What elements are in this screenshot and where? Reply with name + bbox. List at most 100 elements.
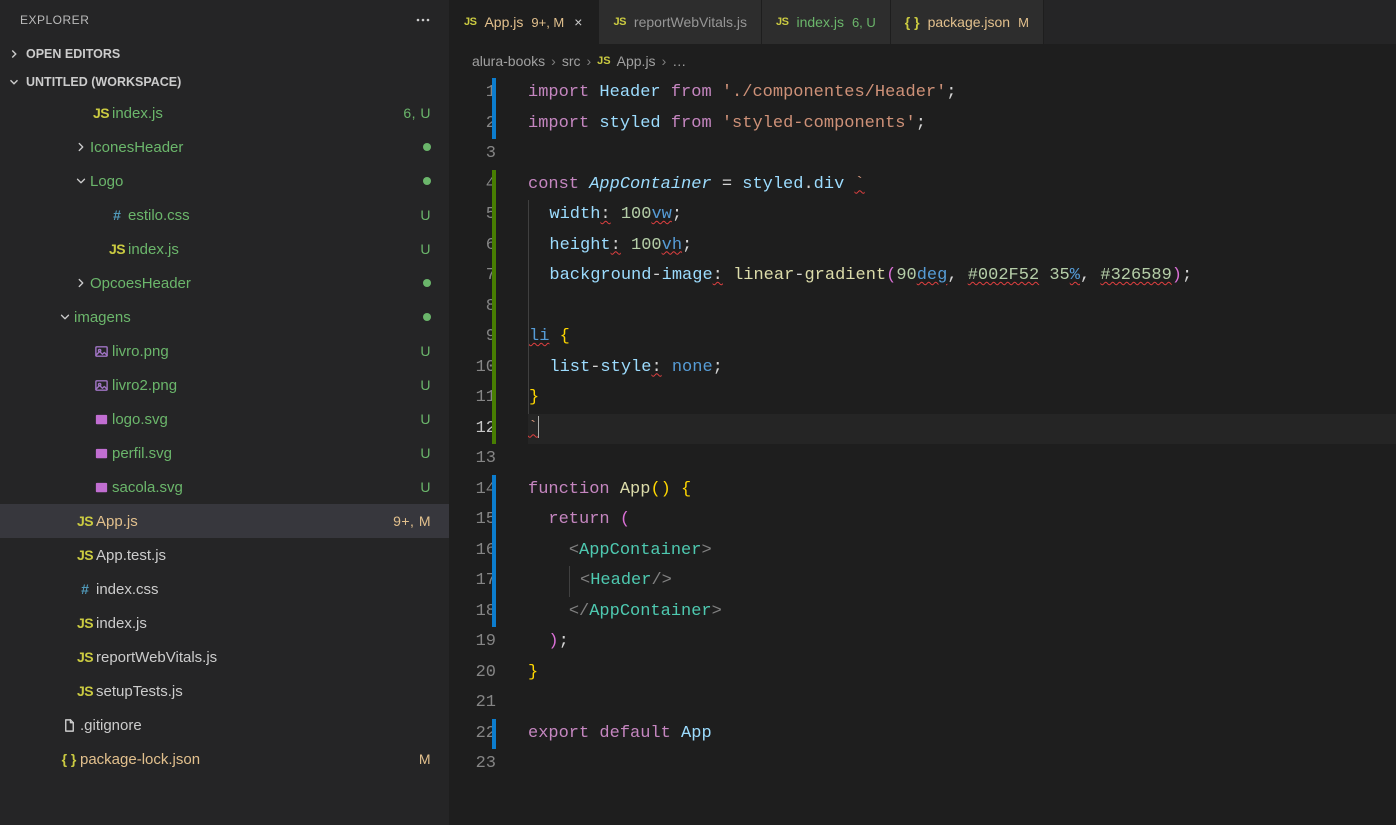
chevron-right-icon: › [587, 53, 592, 69]
tab-git-status: 6, U [852, 15, 876, 30]
tree-folder[interactable]: Logo [0, 164, 449, 198]
code-line[interactable]: import Header from './componentes/Header… [528, 78, 1396, 109]
tab-bar[interactable]: JSApp.js9+, M×JSreportWebVitals.jsJSinde… [450, 0, 1396, 44]
git-status-badge: U [420, 445, 431, 461]
file-tree[interactable]: JSindex.js6, U IconesHeader Logo#estilo.cs… [0, 96, 449, 825]
line-number: 22 [450, 719, 496, 750]
editor-tab[interactable]: JSreportWebVitals.js [599, 0, 762, 44]
code-line[interactable]: import styled from 'styled-components'; [528, 109, 1396, 140]
more-actions-icon[interactable] [411, 10, 435, 30]
editor-tab[interactable]: JSApp.js9+, M× [450, 0, 599, 44]
tree-folder[interactable]: IconesHeader [0, 130, 449, 164]
tree-file[interactable]: JSindex.jsU [0, 232, 449, 266]
tree-folder[interactable]: OpcoesHeader [0, 266, 449, 300]
tree-file[interactable]: .gitignore [0, 708, 449, 742]
breadcrumb-part[interactable]: src [562, 53, 581, 69]
line-number: 21 [450, 688, 496, 719]
tab-label: App.js [484, 14, 523, 30]
tree-file[interactable]: livro.pngU [0, 334, 449, 368]
open-editors-header[interactable]: OPEN EDITORS [0, 40, 449, 68]
tree-item-label: perfil.svg [112, 445, 412, 462]
tree-file[interactable]: JSreportWebVitals.js [0, 640, 449, 674]
editor-tab[interactable]: { }package.jsonM [891, 0, 1044, 44]
chevron-right-icon[interactable] [72, 274, 90, 292]
code-line[interactable] [528, 292, 1396, 323]
chevron-down-icon[interactable] [72, 172, 90, 190]
code-line[interactable]: list-style: none; [528, 353, 1396, 384]
editor-tab[interactable]: JSindex.js6, U [762, 0, 891, 44]
line-number: 17 [450, 566, 496, 597]
git-status-badge: 9+, M [393, 513, 431, 529]
code-line[interactable]: export default App [528, 719, 1396, 750]
tree-file[interactable]: JSApp.js9+, M [0, 504, 449, 538]
workspace-header[interactable]: UNTITLED (WORKSPACE) [0, 68, 449, 96]
tree-file[interactable]: logo.svgU [0, 402, 449, 436]
breadcrumb[interactable]: alura-books › src › JS App.js › … [450, 44, 1396, 78]
tree-file[interactable]: { }package-lock.jsonM [0, 742, 449, 776]
tree-folder[interactable]: imagens [0, 300, 449, 334]
explorer-sidebar: EXPLORER OPEN EDITORS UNTITLED (WORKSPAC… [0, 0, 450, 825]
tree-item-label: setupTests.js [96, 683, 431, 700]
tree-file[interactable]: JSsetupTests.js [0, 674, 449, 708]
tree-file[interactable]: #estilo.cssU [0, 198, 449, 232]
line-number: 3 [450, 139, 496, 170]
code-line[interactable]: } [528, 658, 1396, 689]
code-line[interactable]: } [528, 383, 1396, 414]
tree-file[interactable]: perfil.svg U [0, 436, 449, 470]
code-editor[interactable]: 1234567891011121314151617181920212223 im… [450, 78, 1396, 825]
tree-item-label: index.css [96, 581, 431, 598]
tree-file[interactable]: sacola.svgU [0, 470, 449, 504]
line-number: 16 [450, 536, 496, 567]
json-icon: { } [58, 751, 80, 767]
code-line[interactable]: return ( [528, 505, 1396, 536]
code-line[interactable] [528, 688, 1396, 719]
tab-label: reportWebVitals.js [634, 14, 747, 30]
tree-item-label: IconesHeader [90, 139, 423, 156]
code-line[interactable]: height: 100vh; [528, 231, 1396, 262]
code-line[interactable] [528, 444, 1396, 475]
tree-file[interactable]: livro2.pngU [0, 368, 449, 402]
tree-file[interactable]: JSindex.js6, U [0, 96, 449, 130]
tree-file[interactable]: JSApp.test.js [0, 538, 449, 572]
code-line[interactable]: li { [528, 322, 1396, 353]
tree-file[interactable]: JSindex.js [0, 606, 449, 640]
breadcrumb-tail[interactable]: … [672, 53, 686, 69]
line-number: 15 [450, 505, 496, 536]
tree-item-label: reportWebVitals.js [96, 649, 431, 666]
git-status-badge: M [419, 751, 431, 767]
code-line[interactable] [528, 749, 1396, 780]
code-line[interactable]: width: 100vw; [528, 200, 1396, 231]
tree-file[interactable]: #index.css [0, 572, 449, 606]
chevron-down-icon[interactable] [56, 308, 74, 326]
breadcrumb-file[interactable]: App.js [617, 53, 656, 69]
code-line[interactable]: <AppContainer> [528, 536, 1396, 567]
tree-item-label: sacola.svg [112, 479, 412, 496]
js-icon: JS [776, 16, 788, 28]
code-line[interactable]: ); [528, 627, 1396, 658]
code-line[interactable]: function App() { [528, 475, 1396, 506]
tree-item-label: index.js [112, 105, 395, 122]
line-number: 5 [450, 200, 496, 231]
line-number: 1 [450, 78, 496, 109]
line-number: 12 [450, 414, 496, 445]
code-line[interactable]: background-image: linear-gradient(90deg,… [528, 261, 1396, 292]
git-status-badge: U [420, 241, 431, 257]
code-line[interactable]: <Header/> [528, 566, 1396, 597]
chevron-right-icon[interactable] [72, 138, 90, 156]
js-icon: JS [106, 241, 128, 257]
code-line[interactable]: const AppContainer = styled.div ` [528, 170, 1396, 201]
tree-item-label: App.test.js [96, 547, 431, 564]
tree-item-label: index.js [96, 615, 431, 632]
code-content[interactable]: import Header from './componentes/Header… [522, 78, 1396, 825]
line-number: 6 [450, 231, 496, 262]
app-root: EXPLORER OPEN EDITORS UNTITLED (WORKSPAC… [0, 0, 1396, 825]
tree-item-label: livro.png [112, 343, 412, 360]
close-icon[interactable]: × [572, 14, 584, 30]
code-line[interactable]: ` [528, 414, 1396, 445]
chevron-right-icon: › [662, 53, 667, 69]
file-icon [58, 718, 80, 733]
code-line[interactable]: </AppContainer> [528, 597, 1396, 628]
breadcrumb-part[interactable]: alura-books [472, 53, 545, 69]
code-line[interactable] [528, 139, 1396, 170]
editor-area: JSApp.js9+, M×JSreportWebVitals.jsJSinde… [450, 0, 1396, 825]
